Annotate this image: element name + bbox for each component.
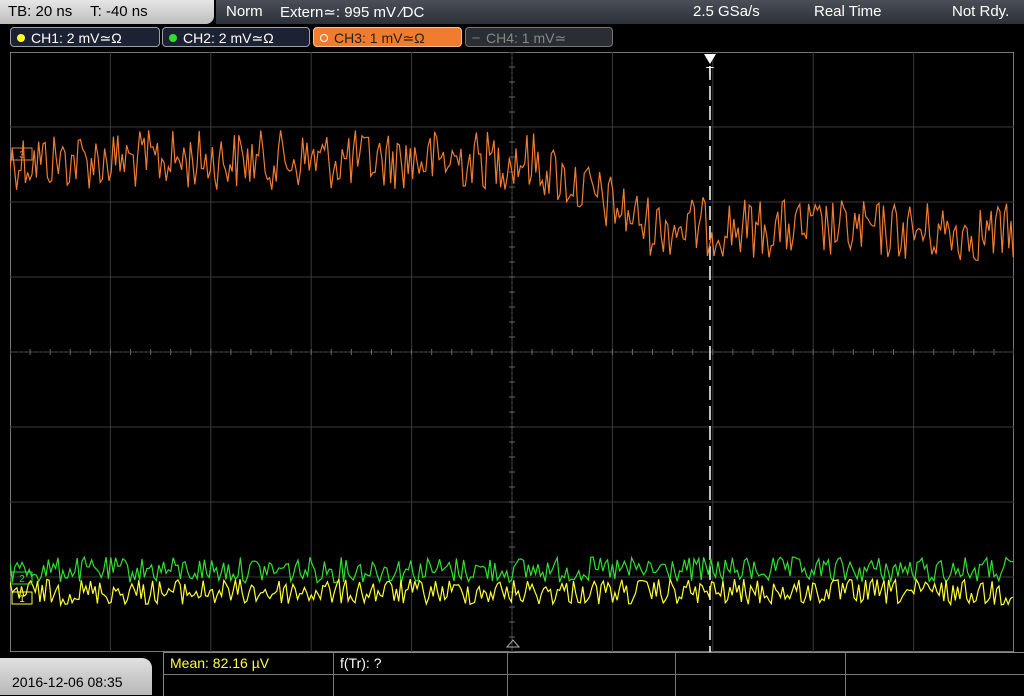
waveform-display[interactable]: T 3 2 1 — [10, 52, 1014, 652]
ftr-measurement-label: f(Tr): ? — [340, 655, 382, 671]
datetime-box[interactable]: 2016-12-06 08:35 — [0, 658, 152, 695]
sample-rate-label: 2.5 GSa/s — [693, 3, 760, 20]
channel-4-off-icon — [472, 37, 480, 39]
trigger-time-label: T: -40 ns — [90, 3, 148, 20]
channel-1-label: CH1: 2 mV≃Ω — [31, 30, 122, 46]
measurement-row-divider — [163, 674, 1024, 675]
channel-3-offset-label: 3 — [19, 150, 25, 161]
channel-4-tab[interactable]: CH4: 1 mV≃ — [465, 27, 613, 47]
channel-3-dot-icon — [320, 34, 328, 42]
run-status-label: Not Rdy. — [952, 3, 1010, 20]
acquisition-status-strip[interactable]: Norm Extern≃: 995 mV ∕DC 2.5 GSa/s Real … — [216, 0, 1024, 24]
top-status-bar: TB: 20 ns T: -40 ns Norm Extern≃: 995 mV… — [0, 0, 1024, 24]
trigger-marker-label: T — [706, 64, 714, 79]
channel-tabs: CH1: 2 mV≃Ω CH2: 2 mV≃Ω CH3: 1 mV≃Ω CH4:… — [0, 26, 1024, 48]
channel-2-dot-icon — [169, 34, 177, 42]
channel-1-tab[interactable]: CH1: 2 mV≃Ω — [10, 27, 160, 47]
channel-2-offset-label: 2 — [19, 574, 25, 585]
channel-2-label: CH2: 2 mV≃Ω — [183, 30, 274, 46]
channel-3-tab[interactable]: CH3: 1 mV≃Ω — [313, 27, 462, 47]
channel-1-offset-label: 1 — [19, 594, 25, 605]
mean-measurement-label: Mean: 82.16 µV — [170, 655, 270, 671]
channel-4-label: CH4: 1 mV≃ — [486, 30, 567, 46]
channel-1-dot-icon — [17, 34, 25, 42]
trigger-mode-label: Norm — [226, 3, 263, 20]
trigger-source-label: Extern≃: 995 mV ∕DC — [280, 4, 425, 21]
timebase-box[interactable]: TB: 20 ns T: -40 ns — [0, 0, 214, 24]
timebase-label: TB: 20 ns — [8, 3, 73, 20]
measurement-panel: Mean: 82.16 µV f(Tr): ? — [163, 652, 1024, 696]
datetime-label: 2016-12-06 08:35 — [12, 674, 123, 690]
channel-3-label: CH3: 1 mV≃Ω — [334, 30, 425, 46]
channel-2-tab[interactable]: CH2: 2 mV≃Ω — [162, 27, 310, 47]
acquisition-mode-label: Real Time — [814, 3, 882, 20]
